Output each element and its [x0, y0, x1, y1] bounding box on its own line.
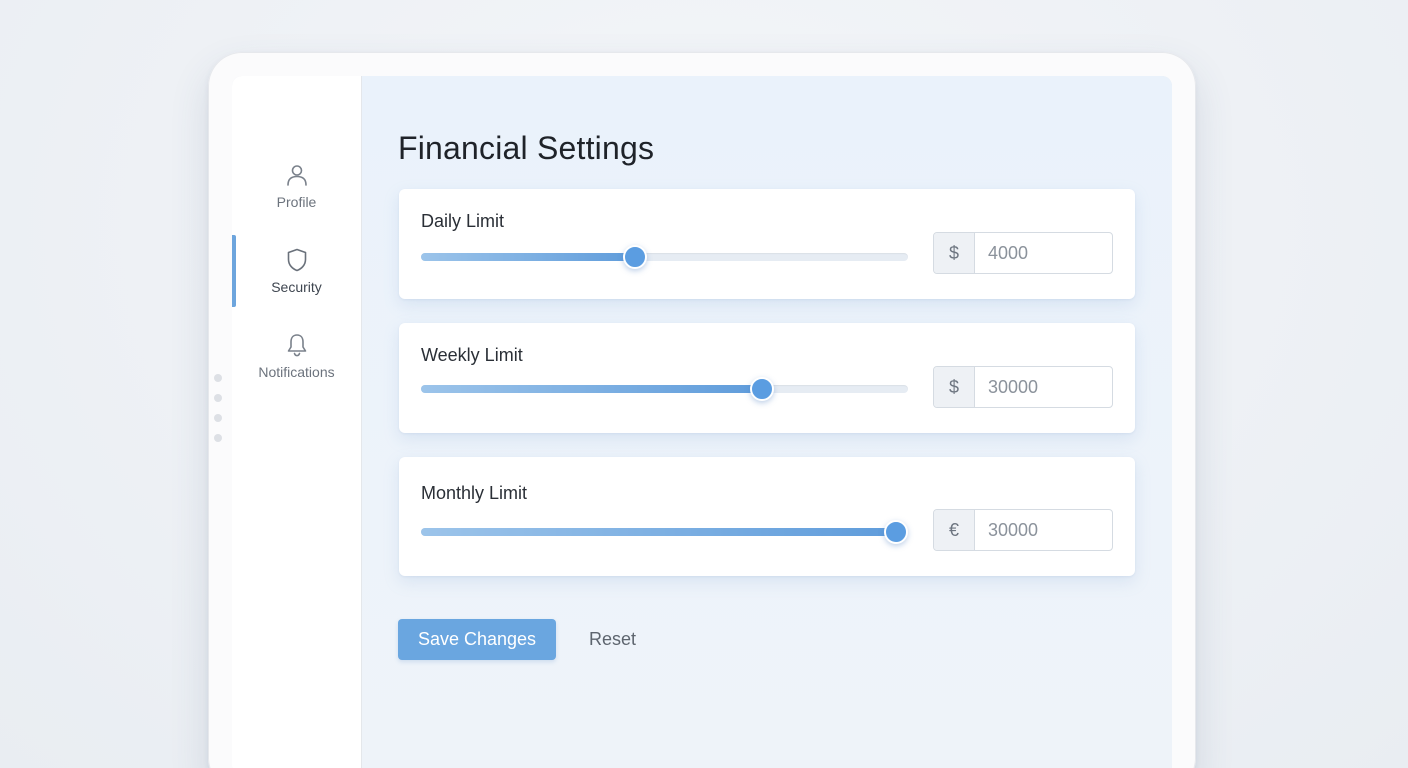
limit-label: Weekly Limit	[421, 345, 523, 365]
slider-fill	[421, 528, 896, 536]
form-actions: Save Changes Reset	[398, 619, 651, 660]
device-side-dots	[214, 374, 224, 454]
sidebar: Profile Security Notifications	[232, 76, 362, 768]
slider-fill	[421, 253, 636, 261]
currency-symbol: €	[934, 510, 975, 550]
bell-icon	[287, 334, 306, 357]
sidebar-item-security[interactable]: Security	[232, 235, 361, 307]
save-changes-button[interactable]: Save Changes	[398, 619, 556, 660]
limit-label: Monthly Limit	[421, 483, 528, 503]
weekly-limit-slider[interactable]	[421, 377, 908, 401]
limit-card-daily: Daily Limit $	[399, 189, 1135, 299]
main-content: Financial Settings Daily Limit $ 4000 We…	[362, 76, 1172, 768]
limit-card-weekly: Weekly Limit $	[399, 323, 1135, 433]
daily-limit-input[interactable]	[975, 233, 1112, 273]
slider-thumb[interactable]	[883, 520, 908, 544]
slider-thumb[interactable]	[623, 245, 648, 269]
background: Profile Security Notifications Financial…	[0, 0, 1408, 768]
page-title: Financial Settings	[398, 130, 655, 166]
monthly-limit-slider[interactable]	[421, 520, 908, 544]
app-screen: Profile Security Notifications Financial…	[232, 76, 1172, 768]
sidebar-item-notifications[interactable]: Notifications	[232, 320, 361, 392]
sidebar-item-label: Notifications	[258, 364, 335, 380]
sidebar-item-label: Security	[271, 279, 322, 295]
daily-limit-slider[interactable]	[421, 245, 908, 269]
currency-symbol: $	[934, 367, 975, 407]
limit-card-monthly: Monthly Limit €	[399, 457, 1135, 576]
sidebar-item-label: Profile	[276, 194, 317, 210]
slider-thumb[interactable]	[749, 377, 774, 401]
daily-limit-amount-field: $	[933, 232, 1113, 274]
monthly-limit-amount-field: €	[933, 509, 1113, 551]
tablet-frame: Profile Security Notifications Financial…	[208, 52, 1196, 768]
slider-fill	[421, 385, 762, 393]
shield-icon	[287, 248, 306, 272]
reset-button[interactable]: Reset	[574, 621, 651, 658]
limit-label: Daily Limit	[421, 211, 505, 231]
weekly-limit-amount-field: $	[933, 366, 1113, 408]
weekly-limit-input[interactable]	[975, 367, 1112, 407]
user-icon	[286, 165, 307, 186]
currency-symbol: $	[934, 233, 975, 273]
monthly-limit-input[interactable]	[975, 510, 1112, 550]
sidebar-item-profile[interactable]: Profile	[232, 150, 361, 222]
